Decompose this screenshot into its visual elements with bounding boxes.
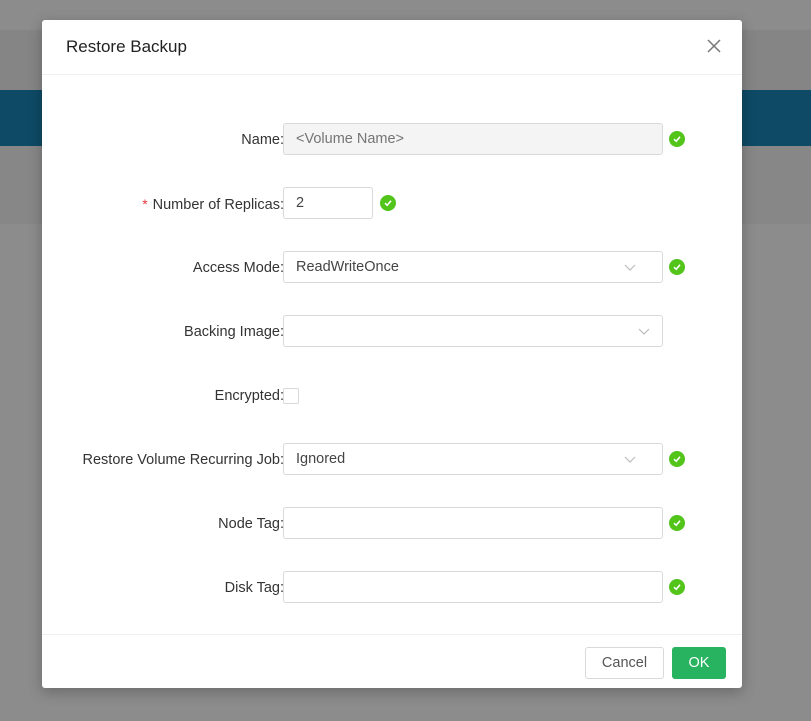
access-mode-label: Access Mode: (192, 260, 284, 276)
disk-tag-valid-icon (669, 579, 685, 595)
form-row-backing-image: Backing Image: (42, 315, 742, 349)
cancel-button[interactable]: Cancel (585, 647, 664, 679)
dialog-footer: Cancel OK (42, 634, 742, 688)
form-row-disk-tag: Disk Tag: (42, 571, 742, 605)
encrypted-checkbox[interactable] (283, 388, 299, 404)
form-row-recurring-job: Restore Volume Recurring Job: Ignored (42, 443, 742, 477)
chevron-down-icon (624, 264, 636, 271)
chevron-down-icon (624, 456, 636, 463)
replicas-label: * Number of Replicas: (142, 196, 284, 213)
name-valid-icon (669, 131, 685, 147)
recurring-job-select[interactable]: Ignored (283, 443, 663, 475)
replicas-valid-icon (380, 195, 396, 211)
form-row-encrypted: Encrypted: (42, 379, 742, 413)
disk-tag-label: Disk Tag: (224, 580, 284, 596)
backing-image-select[interactable] (283, 315, 663, 347)
chevron-down-icon (638, 328, 650, 335)
name-label: Name: (241, 132, 284, 148)
dialog-header: Restore Backup (42, 20, 742, 75)
form-row-replicas: * Number of Replicas: 2 (42, 187, 742, 221)
restore-backup-dialog: Restore Backup Name: *Number of Replicas… (42, 20, 742, 688)
access-mode-valid-icon (669, 259, 685, 275)
close-button[interactable] (704, 36, 724, 56)
node-tag-valid-icon (669, 515, 685, 531)
replicas-input[interactable]: 2 (283, 187, 373, 219)
access-mode-value: ReadWriteOnce (296, 259, 399, 275)
dialog-body: Name: *Number of Replicas: 2 Access Mode… (42, 76, 742, 634)
node-tag-input[interactable] (283, 507, 663, 539)
access-mode-select[interactable]: ReadWriteOnce (283, 251, 663, 283)
recurring-job-valid-icon (669, 451, 685, 467)
encrypted-label: Encrypted: (214, 388, 284, 404)
required-mark: * (142, 196, 148, 212)
dialog-title: Restore Backup (66, 37, 187, 56)
close-icon (707, 39, 721, 53)
form-row-access-mode: Access Mode: ReadWriteOnce (42, 251, 742, 285)
name-input[interactable] (283, 123, 663, 155)
node-tag-label: Node Tag: (218, 516, 284, 532)
backing-image-label: Backing Image: (184, 324, 284, 340)
form-row-name: Name: (42, 123, 742, 157)
recurring-job-label: Restore Volume Recurring Job: (82, 452, 285, 468)
form-row-node-tag: Node Tag: (42, 507, 742, 541)
ok-button[interactable]: OK (672, 647, 726, 679)
disk-tag-input[interactable] (283, 571, 663, 603)
recurring-job-value: Ignored (296, 451, 346, 467)
